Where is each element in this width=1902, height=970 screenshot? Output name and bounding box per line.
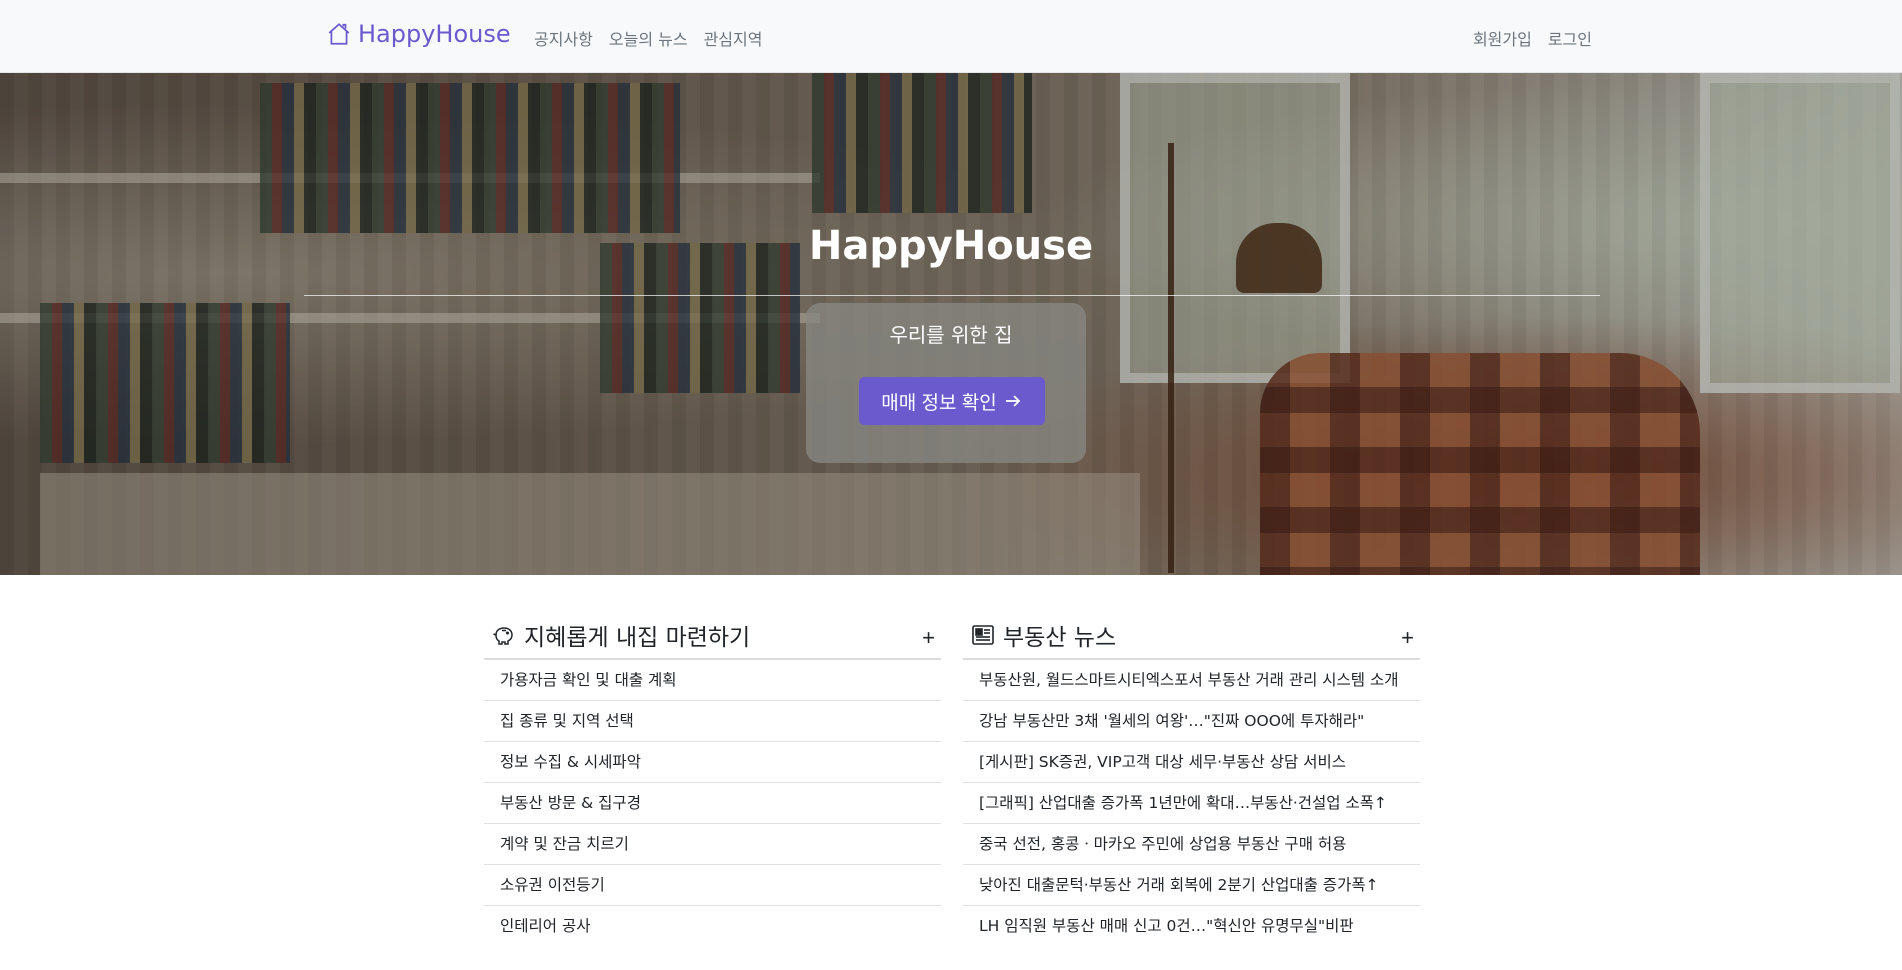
nav-login[interactable]: 로그인 [1548,26,1592,50]
list-item[interactable]: 부동산 방문 & 집구경 [484,783,941,824]
section-title-text: 지혜롭게 내집 마련하기 [524,625,751,651]
nav-links: 공지사항 오늘의 뉴스 관심지역 [534,26,762,50]
list-item[interactable]: 정보 수집 & 시세파악 [484,742,941,783]
brand-link[interactable]: HappyHouse [326,20,511,48]
top-navbar: HappyHouse 공지사항 오늘의 뉴스 관심지역 회원가입 로그인 [0,0,1902,73]
news-item[interactable]: [게시판] SK증권, VIP고객 대상 세무·부동산 상담 서비스 [963,742,1420,783]
real-estate-news-section: 부동산 뉴스 + 부동산원, 월드스마트시티엑스포서 부동산 거래 관리 시스템… [963,612,1420,946]
nav-signup[interactable]: 회원가입 [1473,26,1532,50]
list-item[interactable]: 집 종류 및 지역 선택 [484,701,941,742]
hero-title: HappyHouse [808,223,1094,269]
view-sales-info-label: 매매 정보 확인 [881,392,997,414]
nav-today-news[interactable]: 오늘의 뉴스 [609,26,688,50]
hero-subtitle: 우리를 위한 집 [889,323,1013,347]
hero-banner: HappyHouse 우리를 위한 집 매매 정보 확인 [0,73,1902,575]
hero-divider [304,295,1600,296]
list-item[interactable]: 인테리어 공사 [484,906,941,946]
nav-account-links: 회원가입 로그인 [1473,26,1592,50]
newspaper-icon [972,625,994,645]
news-item[interactable]: 강남 부동산만 3채 '월세의 여왕'…"진짜 OOO에 투자해라" [963,701,1420,742]
section-title: 부동산 뉴스 [971,618,1116,652]
news-item[interactable]: 낮아진 대출문턱·부동산 거래 회복에 2분기 산업대출 증가폭↑ [963,865,1420,906]
list-item[interactable]: 가용자금 확인 및 대출 계획 [484,660,941,701]
arrow-right-icon [1005,395,1020,407]
piggy-bank-icon [493,627,513,645]
expand-button[interactable]: + [1401,625,1414,651]
list-item[interactable]: 계약 및 잔금 치르기 [484,824,941,865]
section-header: 부동산 뉴스 + [963,612,1420,660]
news-item[interactable]: 중국 선전, 홍콩ㆍ마카오 주민에 상업용 부동산 구매 허용 [963,824,1420,865]
section-title: 지혜롭게 내집 마련하기 [492,618,750,652]
list-item[interactable]: 소유권 이전등기 [484,865,941,906]
section-title-text: 부동산 뉴스 [1003,625,1117,651]
house-icon [328,23,350,45]
section-header: 지혜롭게 내집 마련하기 + [484,612,941,660]
news-item[interactable]: [그래픽] 산업대출 증가폭 1년만에 확대…부동산·건설업 소폭↑ [963,783,1420,824]
nav-interest-area[interactable]: 관심지역 [704,26,763,50]
brand-label: HappyHouse [358,20,511,48]
home-buying-guide-section: 지혜롭게 내집 마련하기 + 가용자금 확인 및 대출 계획 집 종류 및 지역… [484,612,941,946]
view-sales-info-button[interactable]: 매매 정보 확인 [859,377,1045,425]
nav-notice[interactable]: 공지사항 [534,26,593,50]
news-item[interactable]: LH 임직원 부동산 매매 신고 0건…"혁신안 유명무실"비판 [963,906,1420,946]
expand-button[interactable]: + [922,625,935,651]
news-item[interactable]: 부동산원, 월드스마트시티엑스포서 부동산 거래 관리 시스템 소개 [963,660,1420,701]
